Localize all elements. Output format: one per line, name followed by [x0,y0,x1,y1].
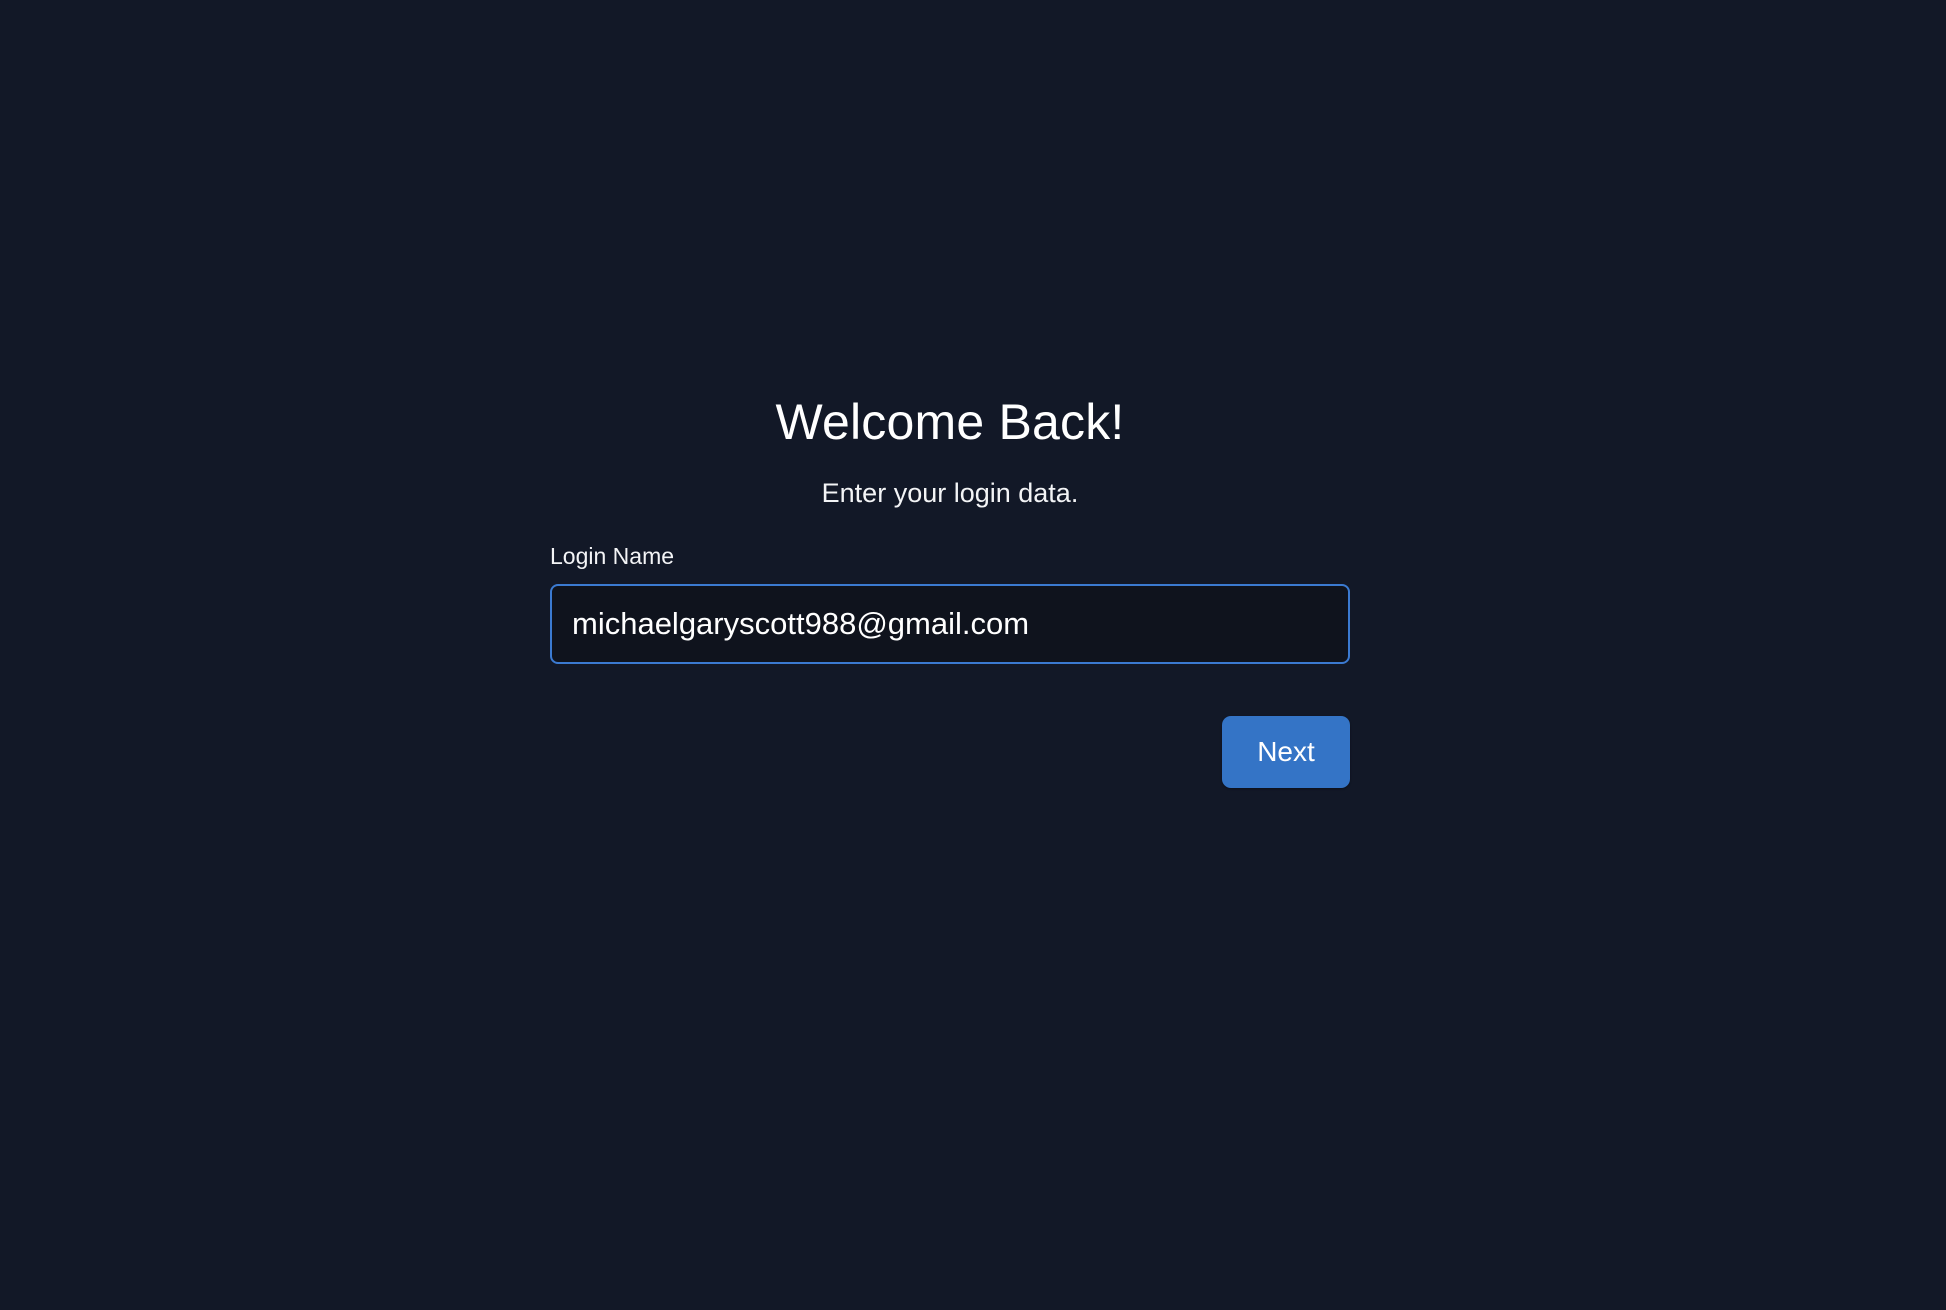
page-title: Welcome Back! [775,394,1125,450]
form-actions: Next [550,716,1350,788]
login-page: Welcome Back! Enter your login data. Log… [0,0,1946,1310]
login-name-input[interactable] [550,584,1350,664]
login-name-label: Login Name [550,543,675,569]
page-subtitle: Enter your login data. [821,478,1079,508]
login-panel: Welcome Back! Enter your login data. Log… [550,380,1350,788]
next-button[interactable]: Next [1222,716,1350,788]
login-name-field-wrapper [550,584,1350,664]
